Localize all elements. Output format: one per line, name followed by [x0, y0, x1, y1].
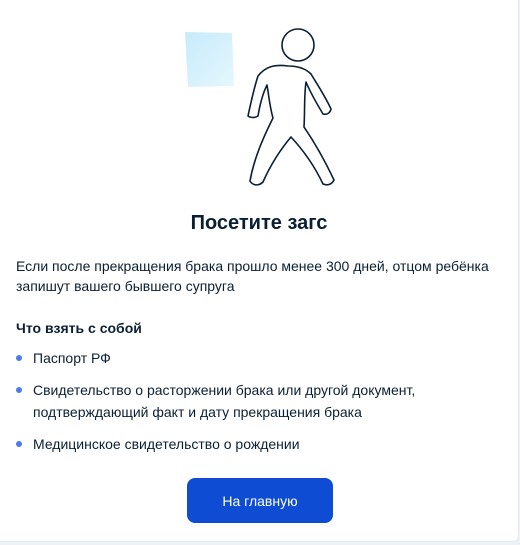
- page-title: Посетите загс: [190, 212, 328, 234]
- checklist-heading: Что взять с собой: [16, 320, 142, 336]
- list-item-text: Паспорт РФ: [33, 350, 111, 366]
- result-card: Посетите загс Если после прекращения бра…: [0, 0, 519, 542]
- bullet-dot-icon: [16, 387, 22, 393]
- list-item: Паспорт РФ: [16, 347, 506, 369]
- home-button[interactable]: На главную: [187, 478, 333, 523]
- list-item-text: Медицинское свидетельство о рождении: [33, 436, 300, 452]
- walking-person-icon: [185, 28, 335, 186]
- bullet-dot-icon: [16, 355, 22, 361]
- documents-checklist: Паспорт РФ Свидетельство о расторжении б…: [16, 347, 506, 455]
- list-item: Свидетельство о расторжении брака или др…: [16, 379, 506, 423]
- bullet-dot-icon: [16, 441, 22, 447]
- paternity-warning-text: Если после прекращения брака прошло мене…: [16, 258, 489, 294]
- list-item-text: Свидетельство о расторжении брака или др…: [33, 382, 416, 420]
- list-item: Медицинское свидетельство о рождении: [16, 433, 506, 455]
